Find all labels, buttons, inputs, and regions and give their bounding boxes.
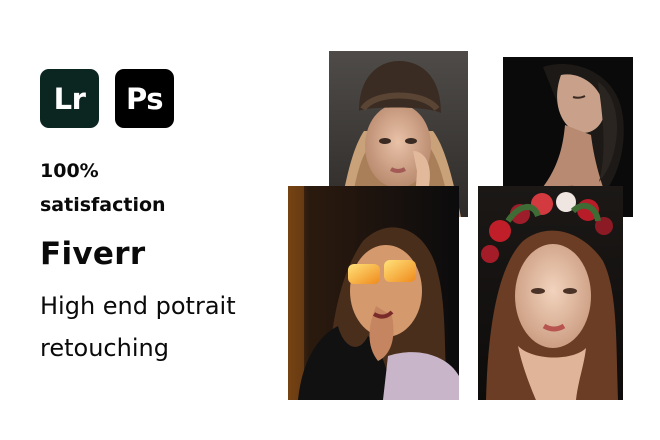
portrait-photo-flower-crown (478, 186, 623, 400)
photoshop-logo: Ps (115, 69, 174, 128)
tagline-line-2: retouching (40, 334, 169, 362)
photoshop-logo-text: Ps (125, 81, 164, 116)
portrait-flower-crown-image (478, 186, 623, 400)
lightroom-logo: Lr (40, 69, 99, 128)
lightroom-logo-text: Lr (53, 81, 86, 116)
service-tagline: High end potrait retouching (40, 285, 290, 369)
portrait-photo-sunglasses (288, 186, 459, 400)
satisfaction-headline: 100% satisfaction (40, 154, 240, 222)
satisfaction-percent: 100% (40, 160, 99, 182)
portrait-sunglasses-image (288, 186, 459, 400)
satisfaction-label: satisfaction (40, 194, 166, 216)
tagline-line-1: High end potrait (40, 292, 236, 320)
brand-name: Fiverr (40, 236, 146, 272)
